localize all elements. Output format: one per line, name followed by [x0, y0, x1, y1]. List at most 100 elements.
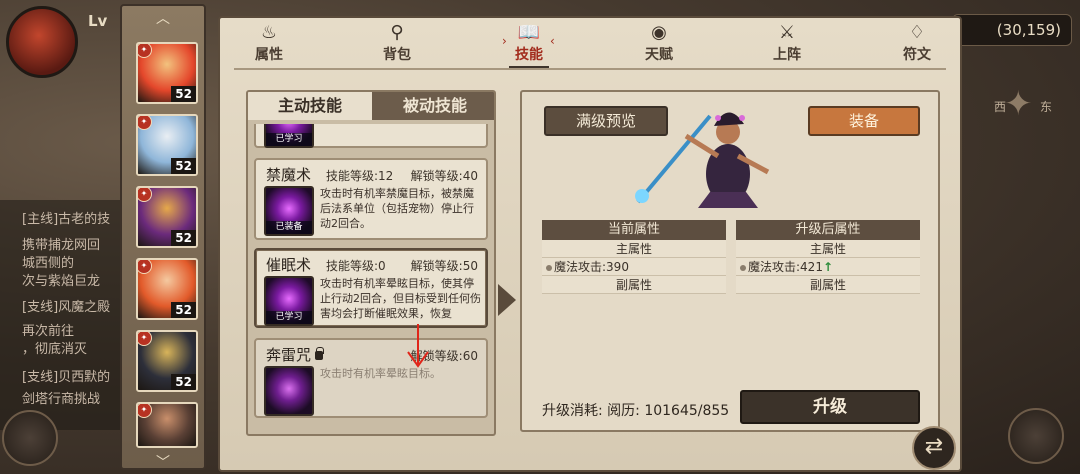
skill-icon: 已学习 — [264, 276, 314, 326]
hero-selector[interactable]: ︿ ✦ 52 ✦ 52 ✦ 52 ✦ 52 ✦ 52 ✦ ﹀ — [120, 4, 206, 472]
main-attribute-label: 主属性 — [542, 240, 726, 258]
tab-runes[interactable]: ♢ 符文 — [882, 22, 952, 66]
hero-level: 52 — [171, 86, 196, 102]
quest-line: 再次前往 — [22, 324, 75, 339]
skill-icon: 已装备 — [264, 186, 314, 236]
quest-line: ，彻底消灭 — [22, 342, 88, 357]
scroll-up-icon[interactable]: ︿ — [156, 8, 170, 28]
quest-line: 城西侧的 — [22, 256, 75, 271]
skill-attribute-panel: 满级预览 装备 当前属性 主属性 魔法攻击:390 副属性 升级后属性 主属性 … — [520, 90, 940, 432]
quest-line: 剑塔行商挑战 — [22, 392, 101, 407]
tab-label: 符文 — [903, 47, 931, 63]
compass-west: 西 — [994, 100, 1007, 114]
red-down-arrow-icon — [407, 324, 429, 368]
skill-card-selected[interactable]: 催眠术 技能等级:0 解锁等级:50 已学习 攻击时有机率晕眩目标，使其停止行动… — [254, 248, 488, 328]
skill-card-locked[interactable]: 奔雷咒 解锁等级:60 攻击时有机率晕眩目标。 — [254, 338, 488, 418]
hero-slot-selected[interactable]: ✦ 52 — [136, 186, 198, 248]
bullet-icon — [546, 264, 552, 271]
skill-unlock-level: 解锁等级:40 — [410, 169, 478, 183]
skill-icon — [264, 366, 314, 416]
tab-label: 背包 — [383, 47, 411, 63]
lock-icon — [315, 347, 325, 360]
upgraded-attributes: 升级后属性 主属性 魔法攻击:421↑ 副属性 — [736, 220, 920, 294]
backpack-icon: ⚲ — [390, 22, 404, 43]
hero-class-badge-icon: ✦ — [138, 332, 152, 346]
tab-label: 天赋 — [645, 47, 673, 63]
quest-line[interactable]: [支线]风魔之殿 — [22, 296, 132, 315]
max-level-preview-button[interactable]: 满级预览 — [544, 106, 668, 136]
hero-slot[interactable]: ✦ — [136, 402, 198, 448]
hero-class-badge-icon: ✦ — [138, 44, 152, 58]
skill-name: 催眠术 — [266, 256, 312, 274]
compass-east: 东 — [1039, 100, 1052, 114]
skill-description: 攻击时有机率晕眩目标。 — [320, 367, 441, 380]
hero-class-badge-icon: ✦ — [138, 188, 152, 202]
quest-line[interactable]: [支线]贝西默的 — [22, 366, 132, 385]
bullet-icon — [740, 264, 746, 271]
tab-attributes[interactable]: ♨ 属性 — [234, 22, 304, 66]
current-attributes: 当前属性 主属性 魔法攻击:390 副属性 — [542, 220, 726, 294]
sub-attribute-label: 副属性 — [542, 276, 726, 294]
tab-active-skills[interactable]: 主动技能 — [248, 92, 372, 120]
hero-level: 52 — [171, 374, 196, 390]
increase-arrow-icon: ↑ — [822, 260, 834, 274]
skill-status-tag: 已学习 — [266, 133, 312, 146]
skill-list[interactable]: 已学习 。 禁魔术 技能等级:12 解锁等级:40 已装备 攻击时有机率禁魔目标… — [252, 124, 490, 432]
tab-label: 上阵 — [773, 47, 801, 63]
skill-icon: 已学习 — [264, 124, 314, 148]
skill-level: 技能等级:12 — [326, 169, 394, 183]
upgraded-attributes-header: 升级后属性 — [736, 220, 920, 240]
skill-level: 技能等级:0 — [326, 259, 386, 273]
chat-button[interactable] — [2, 410, 58, 466]
hero-slot[interactable]: ✦ 52 — [136, 330, 198, 392]
main-attribute-value: 魔法攻击:390 — [554, 260, 629, 274]
equip-button[interactable]: 装备 — [808, 106, 920, 136]
skill-description: 。 — [320, 124, 484, 125]
hero-class-badge-icon: ✦ — [138, 260, 152, 274]
sub-attribute-label: 副属性 — [736, 276, 920, 294]
selection-pointer-icon — [498, 284, 516, 316]
tab-label: 技能 — [515, 47, 543, 63]
hero-slot[interactable]: ✦ 52 — [136, 42, 198, 104]
tab-deploy[interactable]: ⚔ 上阵 — [752, 22, 822, 66]
hero-level: 52 — [171, 230, 196, 246]
player-avatar[interactable] — [6, 6, 78, 78]
skill-card[interactable]: 已学习 。 — [254, 124, 488, 148]
hero-slot[interactable]: ✦ 52 — [136, 258, 198, 320]
upgrade-cost: 升级消耗: 阅历: 101645/855 — [542, 403, 730, 419]
hero-detail-panel: ♨ 属性 ⚲ 背包 › 📖 技能 ‹ ◉ 天赋 ⚔ 上阵 ♢ 符文 主动技能 被… — [218, 16, 962, 472]
tab-passive-skills[interactable]: 被动技能 — [372, 92, 494, 120]
scroll-down-icon[interactable]: ﹀ — [156, 452, 170, 472]
skill-card[interactable]: 禁魔术 技能等级:12 解锁等级:40 已装备 攻击时有机率禁魔目标，被禁魔后法… — [254, 158, 488, 240]
skill-unlock-level: 解锁等级:50 — [410, 259, 478, 273]
crossed-swords-icon: ⚔ — [778, 22, 796, 43]
hero-class-badge-icon: ✦ — [138, 116, 152, 130]
home-button[interactable] — [1008, 408, 1064, 464]
hero-slot[interactable]: ✦ 52 — [136, 114, 198, 176]
eye-icon: ◉ — [651, 22, 667, 43]
tab-bar: ♨ 属性 ⚲ 背包 › 📖 技能 ‹ ◉ 天赋 ⚔ 上阵 ♢ 符文 — [220, 18, 960, 68]
main-attribute-row: 魔法攻击:390 — [542, 258, 726, 276]
quest-line[interactable]: [主线]古老的技 — [22, 208, 132, 227]
quest-line: 携带捕龙网回 — [22, 238, 101, 253]
player-level: Lv — [88, 12, 108, 30]
tab-talent[interactable]: ◉ 天赋 — [624, 22, 694, 66]
compass-rose-icon: ✦ — [1004, 84, 1033, 124]
quest-line: 次与紫焰巨龙 — [22, 274, 101, 289]
upgrade-button[interactable]: 升级 — [740, 390, 920, 424]
main-attribute-label: 主属性 — [736, 240, 920, 258]
skill-type-tabs: 主动技能 被动技能 — [248, 92, 494, 120]
map-coordinates: (30,159) — [952, 14, 1072, 46]
main-attribute-value: 魔法攻击:421 — [748, 260, 823, 274]
skill-status-tag: 已学习 — [266, 311, 312, 324]
skill-name: 奔雷咒 — [266, 344, 325, 365]
swap-icon[interactable]: ⇄ — [912, 426, 956, 470]
active-tab-right-mark-icon: ‹ — [550, 34, 555, 48]
skill-description: 攻击时有机率晕眩目标，使其停止行动2回合，但目标受到任何伤害均会打断催眠效果，恢… — [320, 277, 481, 320]
current-attributes-header: 当前属性 — [542, 220, 726, 240]
tab-backpack[interactable]: ⚲ 背包 — [362, 22, 432, 66]
skill-status-tag: 已装备 — [266, 221, 312, 234]
quest-tracker[interactable]: [主线]古老的技 携带捕龙网回 城西侧的 次与紫焰巨龙 [支线]风魔之殿 再次前… — [0, 200, 130, 430]
hero-level: 52 — [171, 302, 196, 318]
skill-list-panel: 主动技能 被动技能 已学习 。 禁魔术 技能等级:12 解锁等级:40 已装备 … — [246, 90, 496, 436]
